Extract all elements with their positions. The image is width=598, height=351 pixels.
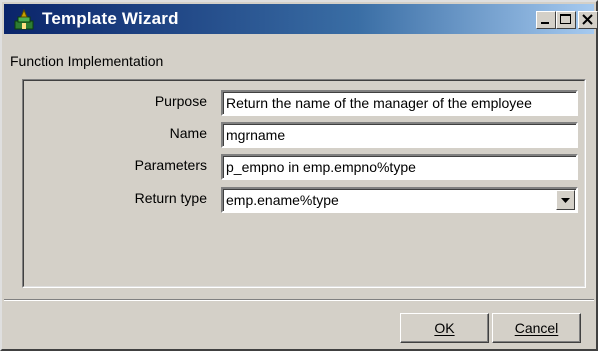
name-value: mgrname: [226, 127, 286, 143]
window-title: Template Wizard: [42, 9, 179, 28]
purpose-value: Return the name of the manager of the em…: [226, 95, 532, 111]
chevron-down-icon: [561, 198, 570, 203]
maximize-button[interactable]: [556, 11, 576, 29]
return-type-value: emp.ename%type: [226, 192, 339, 208]
return-type-dropdown-button[interactable]: [556, 190, 575, 210]
maximize-icon: [560, 14, 571, 24]
name-label: Name: [169, 125, 207, 141]
parameters-label: Parameters: [134, 157, 207, 173]
cancel-button-label: Cancel: [514, 320, 559, 336]
return-type-select[interactable]: emp.ename%type: [221, 187, 578, 213]
wizard-app-icon: [14, 9, 34, 30]
button-separator: [4, 299, 594, 301]
cancel-button[interactable]: Cancel: [492, 313, 581, 343]
parameters-input[interactable]: p_empno in emp.empno%type: [221, 154, 578, 180]
purpose-input[interactable]: Return the name of the manager of the em…: [221, 90, 578, 116]
return-type-label: Return type: [134, 190, 207, 206]
close-icon: [582, 14, 593, 25]
minimize-icon: [541, 22, 549, 24]
parameters-value: p_empno in emp.empno%type: [226, 159, 416, 175]
title-bar[interactable]: Template Wizard: [4, 4, 598, 34]
close-button[interactable]: [578, 11, 598, 29]
minimize-button[interactable]: [536, 11, 556, 29]
section-title: Function Implementation: [10, 53, 164, 69]
name-input[interactable]: mgrname: [221, 122, 578, 148]
template-wizard-window: Template Wizard Function Implementation …: [0, 0, 598, 351]
ok-button-label: OK: [434, 320, 455, 336]
purpose-label: Purpose: [154, 93, 207, 109]
ok-button[interactable]: OK: [400, 313, 489, 343]
